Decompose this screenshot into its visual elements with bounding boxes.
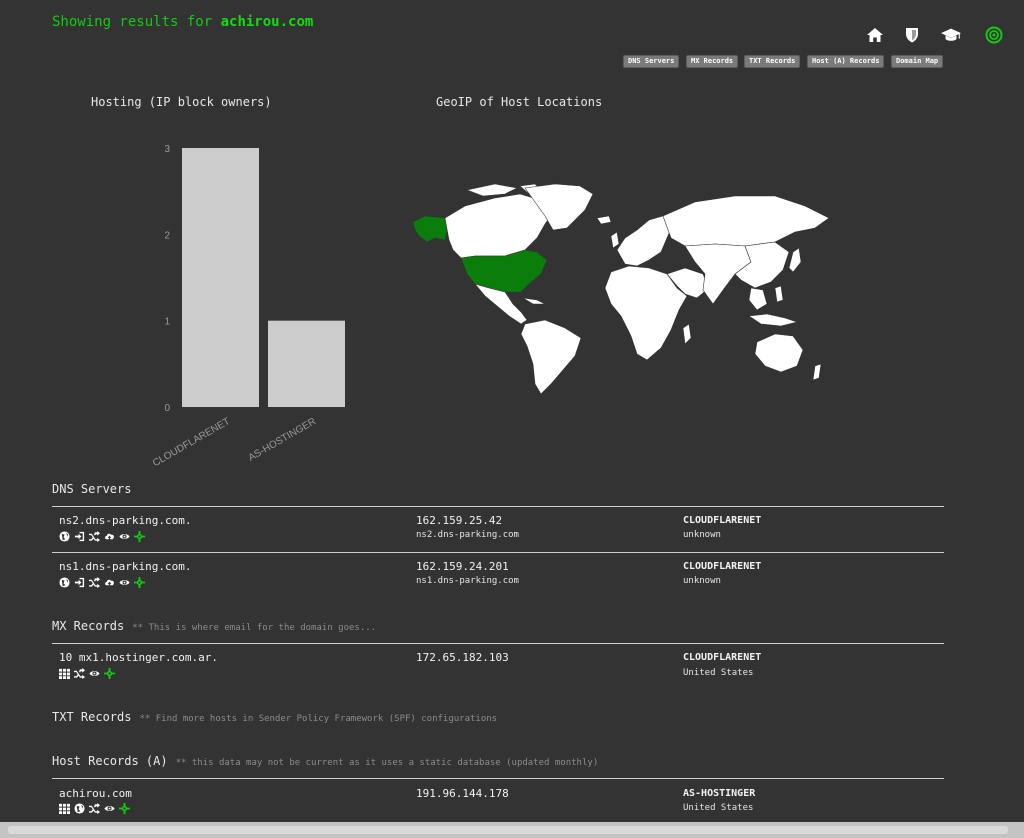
- map-indonesia: [748, 313, 799, 327]
- target-icon[interactable]: [984, 26, 1004, 44]
- host-name: achirou.com: [59, 787, 132, 800]
- dns-ptr: ns2.dns-parking.com: [416, 530, 519, 540]
- mx-records-title: MX Records ** This is where email for the…: [52, 619, 376, 633]
- eye-icon[interactable]: [104, 803, 115, 814]
- map-philippines: [774, 285, 784, 303]
- map-caribbean: [522, 297, 546, 305]
- sign-in-icon[interactable]: [74, 577, 85, 588]
- bar-cloudflarenet[interactable]: [182, 148, 259, 407]
- crosshairs-icon[interactable]: [119, 802, 130, 814]
- map-madagascar: [682, 323, 692, 345]
- map-southeast-asia: [748, 287, 768, 311]
- mx-records-note: ** This is where email for the domain go…: [132, 623, 377, 633]
- mx-host: 10 mx1.hostinger.com.ar.: [59, 651, 218, 664]
- dns-owner: CLOUDFLARENET: [683, 561, 762, 572]
- tag-domain-map[interactable]: Domain Map: [891, 55, 944, 68]
- random-icon[interactable]: [74, 667, 85, 679]
- x-tick-label: AS-HOSTINGER: [247, 416, 318, 464]
- tag-mx-records[interactable]: MX Records: [686, 55, 739, 68]
- eye-icon[interactable]: [119, 531, 130, 542]
- host-owner: AS-HOSTINGER: [683, 788, 756, 799]
- results-prefix: Showing results for: [52, 14, 213, 30]
- mx-owner: CLOUDFLARENET: [683, 652, 762, 663]
- scrollbar-thumb[interactable]: [8, 826, 1008, 834]
- dns-country: unknown: [683, 530, 721, 540]
- graduation-cap-icon[interactable]: [941, 26, 961, 44]
- crosshairs-icon[interactable]: [104, 667, 115, 679]
- y-tick-label: 0: [164, 403, 170, 414]
- globe-icon[interactable]: [59, 576, 70, 588]
- mx-row-actions: [59, 667, 115, 679]
- txt-records-label: TXT Records: [52, 710, 132, 724]
- txt-records-note: ** Find more hosts in Sender Policy Fram…: [139, 714, 498, 724]
- random-icon[interactable]: [89, 576, 100, 588]
- divider: [52, 552, 944, 553]
- host-country: United States: [683, 803, 754, 813]
- map-australia: [754, 333, 804, 373]
- map-alaska: [412, 215, 450, 243]
- dns-country: unknown: [683, 576, 721, 586]
- cloud-upload-icon[interactable]: [104, 531, 115, 542]
- hosting-bar-chart: 0 1 2 3 CLOUDFLARENET AS-HOSTINGER: [151, 144, 345, 469]
- host-records-title: Host Records (A) ** this data may not be …: [52, 754, 598, 768]
- divider: [52, 643, 944, 644]
- host-records-note: ** this data may not be current as it us…: [175, 758, 599, 768]
- map-iceland: [596, 215, 612, 225]
- dns-host: ns1.dns-parking.com.: [59, 560, 192, 573]
- eye-icon[interactable]: [119, 577, 130, 588]
- divider: [52, 778, 944, 779]
- map-europe: [616, 215, 674, 267]
- eye-icon[interactable]: [89, 668, 100, 679]
- host-records-label: Host Records (A): [52, 754, 168, 768]
- random-icon[interactable]: [89, 802, 100, 814]
- dns-ptr: ns1.dns-parking.com: [416, 576, 519, 586]
- dns-servers-title: DNS Servers: [52, 482, 132, 496]
- mx-ip: 172.65.182.103: [416, 651, 509, 664]
- mx-records-label: MX Records: [52, 619, 125, 633]
- map-new-zealand: [812, 363, 822, 381]
- mx-country: United States: [683, 668, 754, 678]
- dns-host: ns2.dns-parking.com.: [59, 514, 192, 527]
- map-japan: [788, 247, 802, 273]
- results-heading: Showing results for achirou.com: [52, 14, 313, 30]
- horizontal-scrollbar[interactable]: [0, 822, 1024, 838]
- map-russia: [662, 195, 830, 247]
- results-domain: achirou.com: [220, 14, 314, 30]
- random-icon[interactable]: [89, 530, 100, 542]
- tag-host-a-records[interactable]: Host (A) Records: [807, 55, 885, 68]
- hosting-chart-title: Hosting (IP block owners): [91, 95, 272, 109]
- dns-row-actions: [59, 530, 145, 542]
- dns-ip: 162.159.24.201: [416, 560, 509, 573]
- home-icon[interactable]: [865, 26, 885, 44]
- crosshairs-icon[interactable]: [134, 530, 145, 542]
- dns-owner: CLOUDFLARENET: [683, 515, 762, 526]
- y-tick-label: 3: [164, 144, 170, 155]
- sign-in-icon[interactable]: [74, 531, 85, 542]
- bar-as-hostinger[interactable]: [268, 320, 345, 407]
- globe-icon[interactable]: [74, 802, 85, 814]
- tag-dns-servers[interactable]: DNS Servers: [623, 55, 680, 68]
- grid-icon[interactable]: [59, 668, 70, 679]
- map-arctic-islands: [465, 183, 518, 197]
- y-tick-label: 1: [164, 317, 170, 328]
- y-tick-label: 2: [164, 230, 170, 241]
- crosshairs-icon[interactable]: [134, 576, 145, 588]
- tag-txt-records[interactable]: TXT Records: [744, 55, 801, 68]
- host-ip: 191.96.144.178: [416, 787, 509, 800]
- dns-row-actions: [59, 576, 145, 588]
- shield-icon[interactable]: [902, 26, 922, 44]
- map-united-states: [460, 249, 548, 293]
- globe-icon[interactable]: [59, 530, 70, 542]
- map-uk: [610, 231, 620, 249]
- x-tick-label: CLOUDFLARENET: [151, 416, 232, 469]
- geoip-world-map: [412, 183, 830, 395]
- geoip-chart-title: GeoIP of Host Locations: [436, 95, 603, 109]
- grid-icon[interactable]: [59, 803, 70, 814]
- divider: [52, 506, 944, 507]
- map-south-america: [520, 319, 582, 395]
- txt-records-title: TXT Records ** Find more hosts in Sender …: [52, 710, 497, 724]
- cloud-upload-icon[interactable]: [104, 577, 115, 588]
- dns-ip: 162.159.25.42: [416, 514, 503, 527]
- host-row-actions: [59, 802, 130, 814]
